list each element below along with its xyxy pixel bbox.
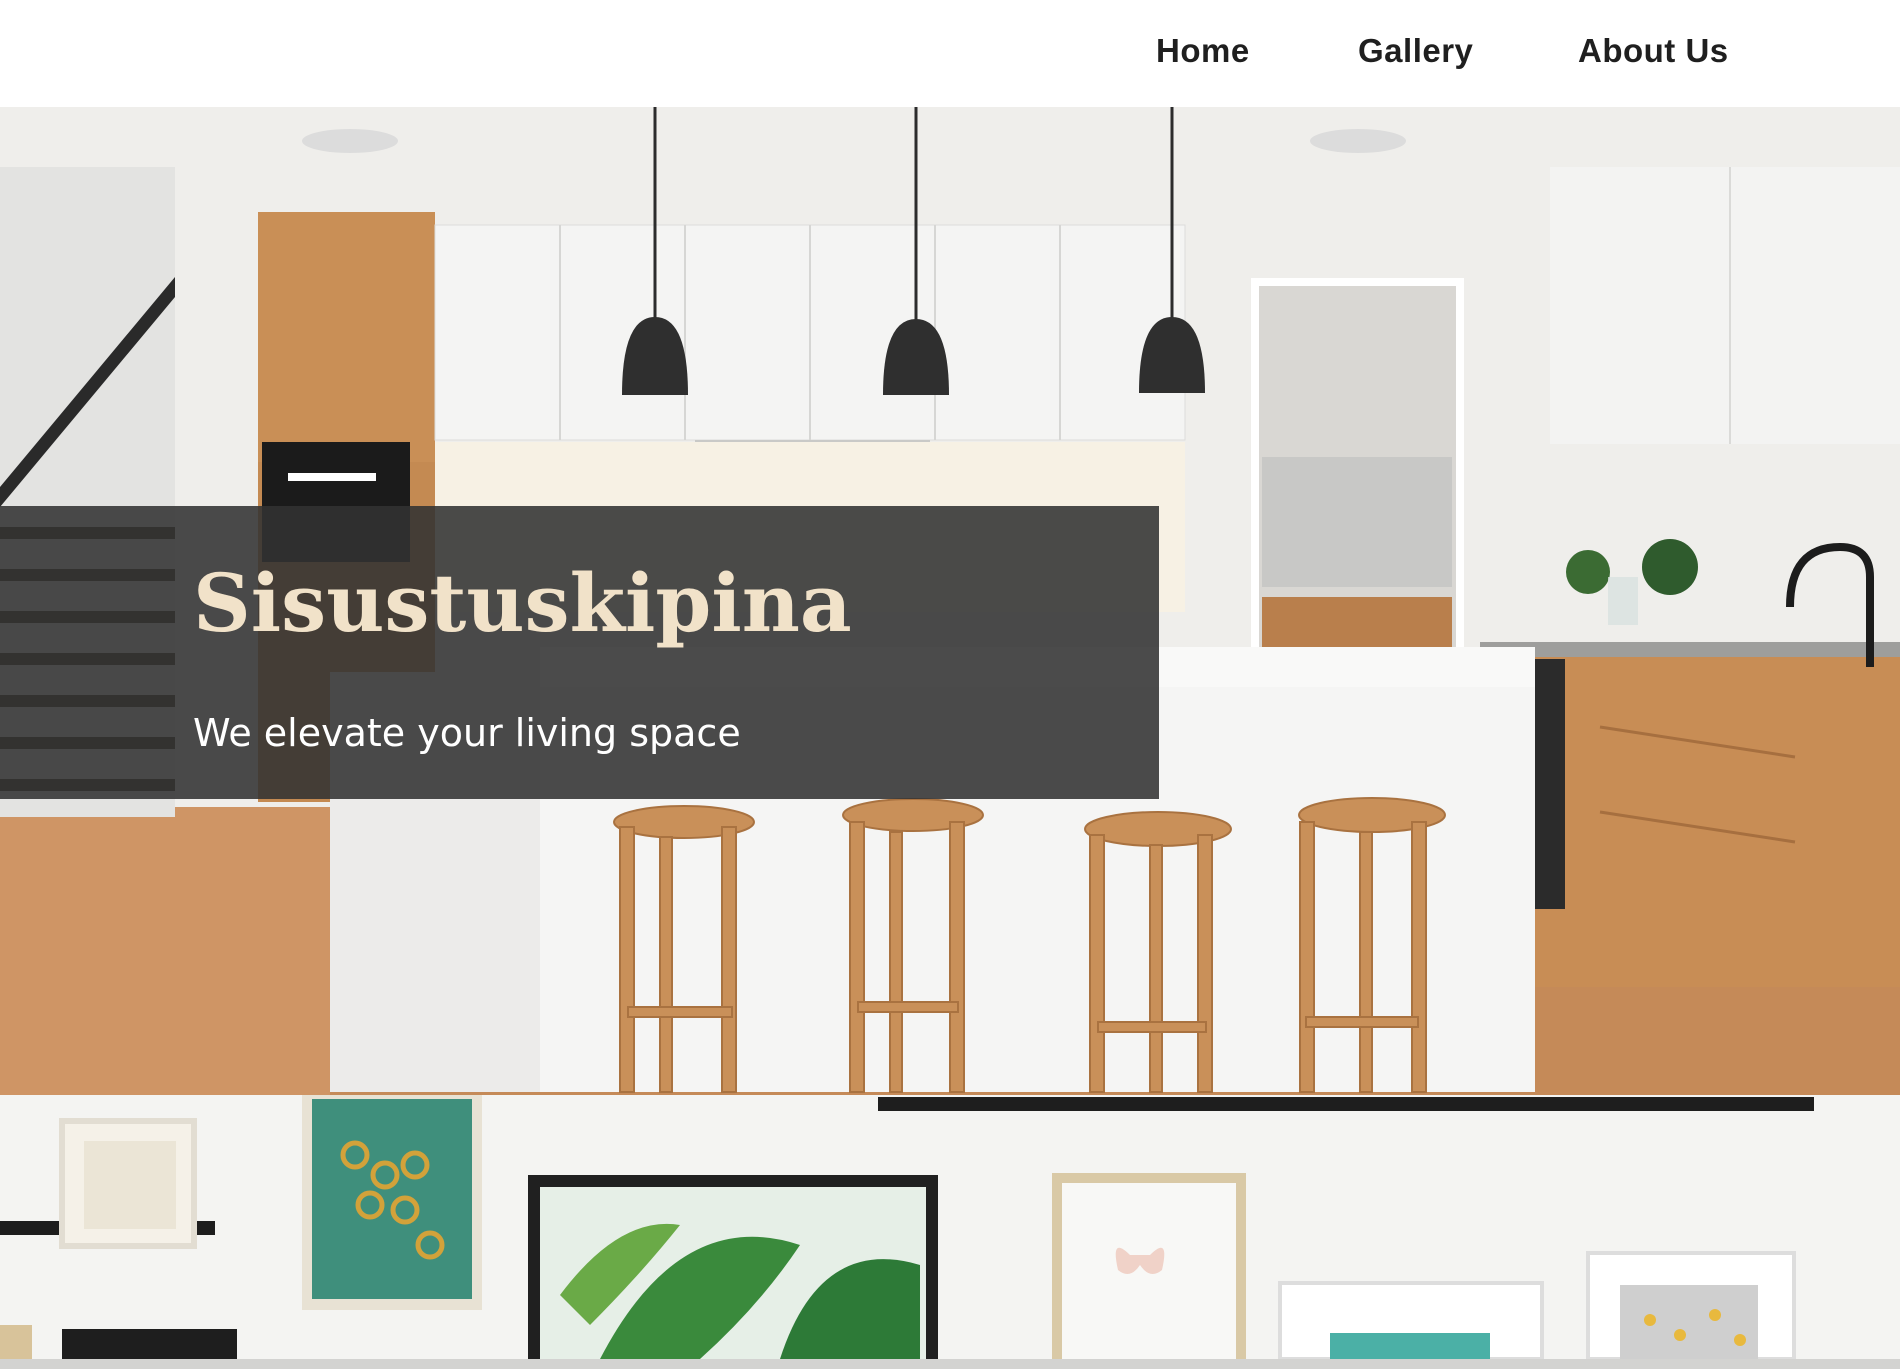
gallery-preview (0, 1095, 1900, 1359)
hero-caption-panel: Sisustuskipina We elevate your living sp… (0, 506, 1159, 799)
nav-link-about-us[interactable]: About Us (1578, 32, 1729, 70)
nav-link-gallery[interactable]: Gallery (1358, 32, 1473, 70)
hero-title: Sisustuskipina (193, 556, 852, 650)
hero-subtitle: We elevate your living space (193, 711, 741, 755)
hero-section: Sisustuskipina We elevate your living sp… (0, 107, 1900, 1095)
footer-divider (0, 1359, 1900, 1369)
nav-link-home[interactable]: Home (1156, 32, 1250, 70)
site-header: Home Gallery About Us (0, 0, 1900, 107)
framed-art-wall-image (0, 1095, 1900, 1359)
